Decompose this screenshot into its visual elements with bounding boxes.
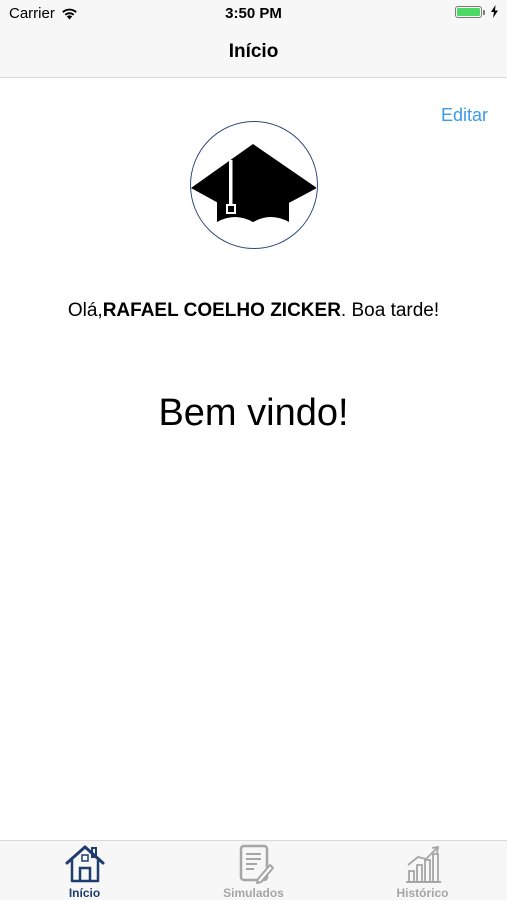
greeting-prefix: Olá, [67,300,103,321]
navigation-bar: Início [0,28,507,78]
tab-label: Início [68,886,101,900]
welcome-heading: Bem vindo! [158,392,349,434]
graduation-cap-icon [191,144,317,222]
tab-bar: Início Simulados Histórico [0,840,507,900]
house-icon [65,845,104,883]
status-right [455,5,499,18]
charging-bolt-icon [491,5,498,18]
status-bar: Carrier 3:50 PM [0,0,507,28]
greeting-suffix: . Boa tarde! [340,300,440,321]
tab-label: Simulados [223,886,284,900]
edit-button[interactable]: Editar [441,105,488,126]
page-title: Início [228,41,279,62]
user-name: RAFAEL COELHO ZICKER [102,300,341,321]
tab-label: Histórico [396,886,449,900]
tab-inicio[interactable]: Início [0,841,169,900]
status-time: 3:50 PM [225,5,282,22]
bar-chart-icon [405,845,441,883]
tab-historico[interactable]: Histórico [338,841,507,900]
battery-icon [455,5,485,18]
battery-fill [457,7,480,16]
screen: Carrier 3:50 PM Início Editar Olá,RAFAEL… [0,0,507,900]
greeting-text: Olá,RAFAEL COELHO ZICKER. Boa tarde! [0,300,507,322]
tab-simulados[interactable]: Simulados [169,841,338,900]
avatar[interactable] [190,121,318,249]
document-edit-icon [239,844,274,884]
